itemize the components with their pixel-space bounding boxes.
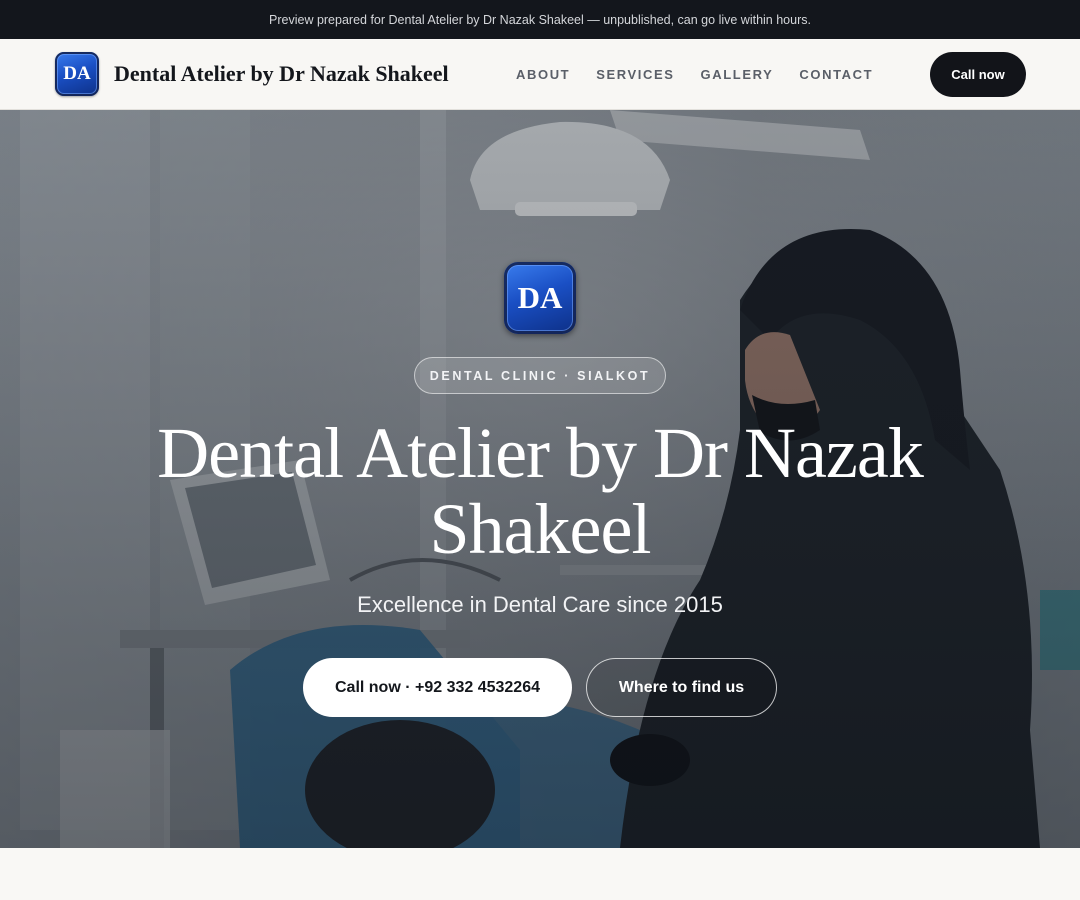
hero-section: DA DENTAL CLINIC · SIALKOT Dental Atelie… xyxy=(0,110,1080,848)
preview-banner: Preview prepared for Dental Atelier by D… xyxy=(0,0,1080,39)
nav-link-gallery[interactable]: GALLERY xyxy=(701,67,774,82)
preview-banner-text: Preview prepared for Dental Atelier by D… xyxy=(269,12,811,27)
nav-link-services[interactable]: SERVICES xyxy=(596,67,674,82)
hero-subtitle: Excellence in Dental Care since 2015 xyxy=(357,592,723,617)
hero-title: Dental Atelier by Dr Nazak Shakeel xyxy=(157,413,924,569)
logo-initials: DA xyxy=(63,63,91,84)
hero-logo-badge: DA xyxy=(504,262,576,334)
brand-name[interactable]: Dental Atelier by Dr Nazak Shakeel xyxy=(114,61,449,87)
call-now-phone-button[interactable]: Call now · +92 332 4532264 xyxy=(303,658,572,717)
header-call-now-button[interactable]: Call now xyxy=(930,52,1026,97)
where-to-find-us-button[interactable]: Where to find us xyxy=(586,658,777,717)
site-header: DA Dental Atelier by Dr Nazak Shakeel AB… xyxy=(0,39,1080,110)
main-nav: ABOUT SERVICES GALLERY CONTACT xyxy=(516,67,873,82)
nav-link-contact[interactable]: CONTACT xyxy=(799,67,873,82)
clinic-location-pill: DENTAL CLINIC · SIALKOT xyxy=(414,357,666,394)
nav-link-about[interactable]: ABOUT xyxy=(516,67,570,82)
hero-logo-initials: DA xyxy=(517,280,563,315)
logo-badge[interactable]: DA xyxy=(55,52,99,96)
